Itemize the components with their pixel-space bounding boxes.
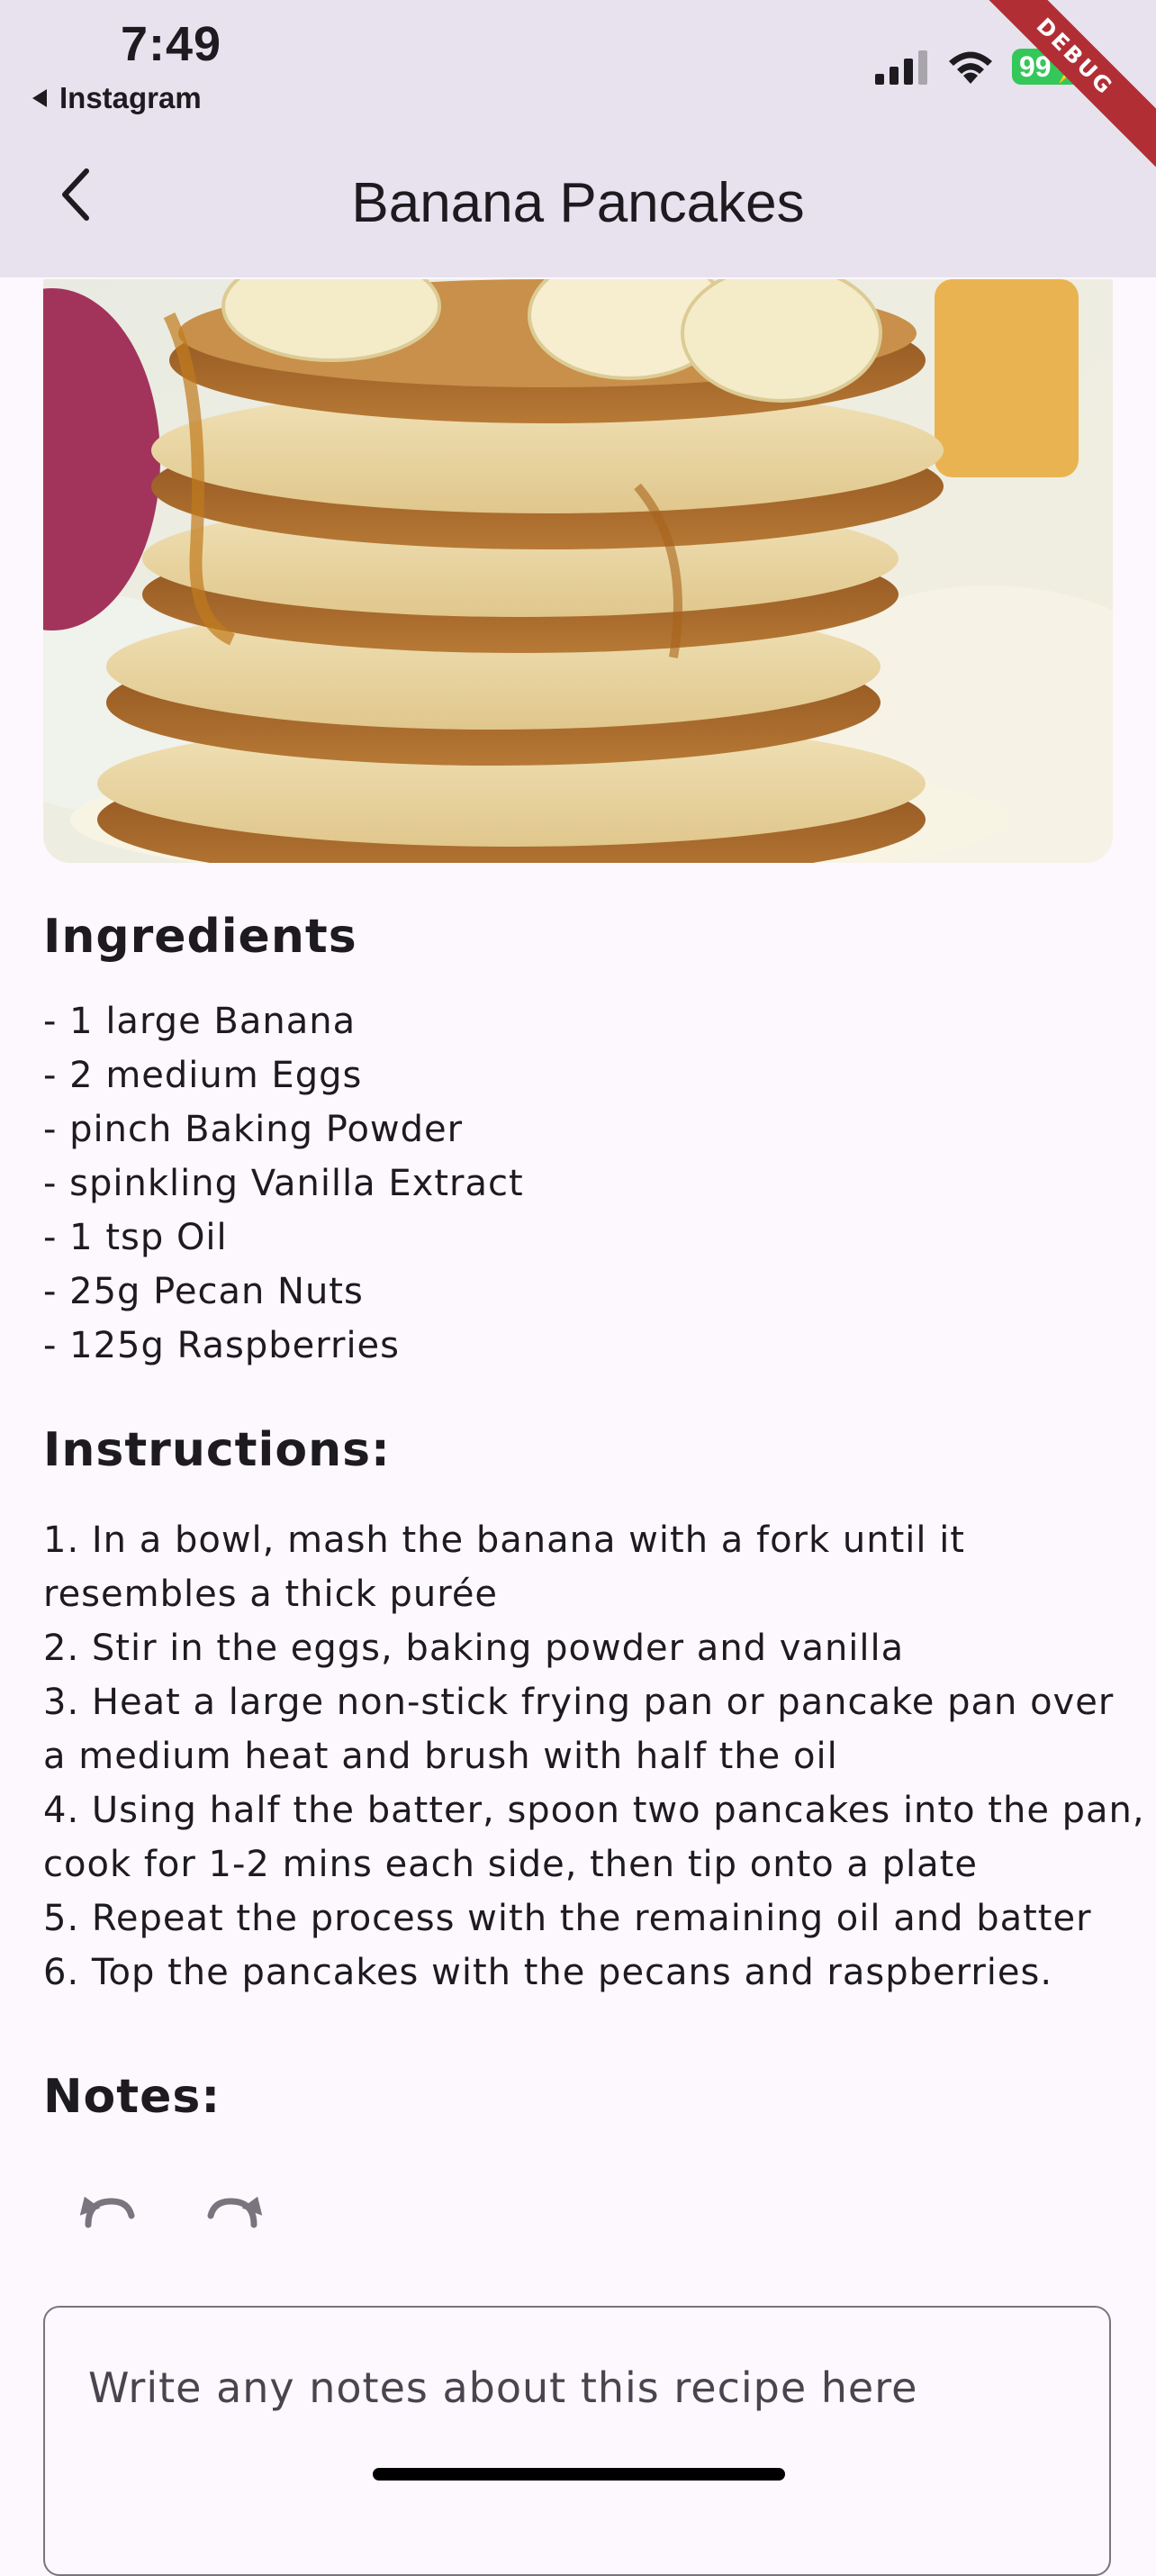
ingredient-item: - pinch Baking Powder: [43, 1109, 464, 1150]
redo-button[interactable]: [207, 2189, 266, 2228]
cellular-signal-icon: [875, 50, 927, 85]
undo-icon: [79, 2196, 135, 2228]
instruction-line: a medium heat and brush with half the oi…: [43, 1736, 838, 1777]
ingredient-item: - 1 tsp Oil: [43, 1217, 228, 1258]
notes-input[interactable]: Write any notes about this recipe here: [43, 2306, 1111, 2576]
ingredient-item: - 1 large Banana: [43, 1001, 357, 1042]
ingredients-section: Ingredients - 1 large Banana - 2 medium …: [43, 910, 1124, 1373]
instruction-line: 6. Top the pancakes with the pecans and …: [43, 1952, 1053, 1993]
ingredient-item: - 125g Raspberries: [43, 1325, 401, 1366]
back-triangle-icon: [32, 89, 47, 107]
status-time: 7:49: [121, 17, 222, 71]
notes-heading: Notes:: [43, 2070, 221, 2124]
instructions-text: 1. In a bowl, mash the banana with a for…: [43, 1513, 1145, 2000]
recipe-image: [43, 279, 1113, 863]
home-indicator: [373, 2468, 785, 2481]
notes-placeholder: Write any notes about this recipe here: [88, 2363, 918, 2412]
instruction-line: cook for 1-2 mins each side, then tip on…: [43, 1844, 978, 1885]
wifi-icon: [949, 51, 992, 84]
page-title: Banana Pancakes: [351, 172, 805, 234]
back-app-label: Instagram: [59, 81, 202, 114]
notes-toolbar: [76, 2189, 266, 2228]
instructions-heading: Instructions:: [43, 1423, 391, 1477]
ingredient-item: - spinkling Vanilla Extract: [43, 1163, 524, 1204]
instruction-line: 3. Heat a large non-stick frying pan or …: [43, 1682, 1115, 1723]
ingredient-item: - 25g Pecan Nuts: [43, 1271, 364, 1312]
undo-button[interactable]: [76, 2189, 135, 2228]
redo-icon: [207, 2196, 263, 2228]
instruction-line: 1. In a bowl, mash the banana with a for…: [43, 1519, 965, 1561]
ingredients-list: - 1 large Banana - 2 medium Eggs - pinch…: [43, 994, 1124, 1373]
instruction-line: 5. Repeat the process with the remaining…: [43, 1898, 1092, 1939]
ingredient-item: - 2 medium Eggs: [43, 1055, 363, 1096]
instruction-line: resembles a thick purée: [43, 1574, 499, 1615]
back-to-app-link[interactable]: Instagram: [32, 81, 202, 115]
app-bar: 7:49 Instagram 99 ⚡ DEBUG Banana Pancake…: [0, 0, 1156, 277]
ingredients-heading: Ingredients: [43, 910, 357, 964]
instruction-line: 2. Stir in the eggs, baking powder and v…: [43, 1628, 905, 1669]
instruction-line: 4. Using half the batter, spoon two panc…: [43, 1790, 1145, 1831]
